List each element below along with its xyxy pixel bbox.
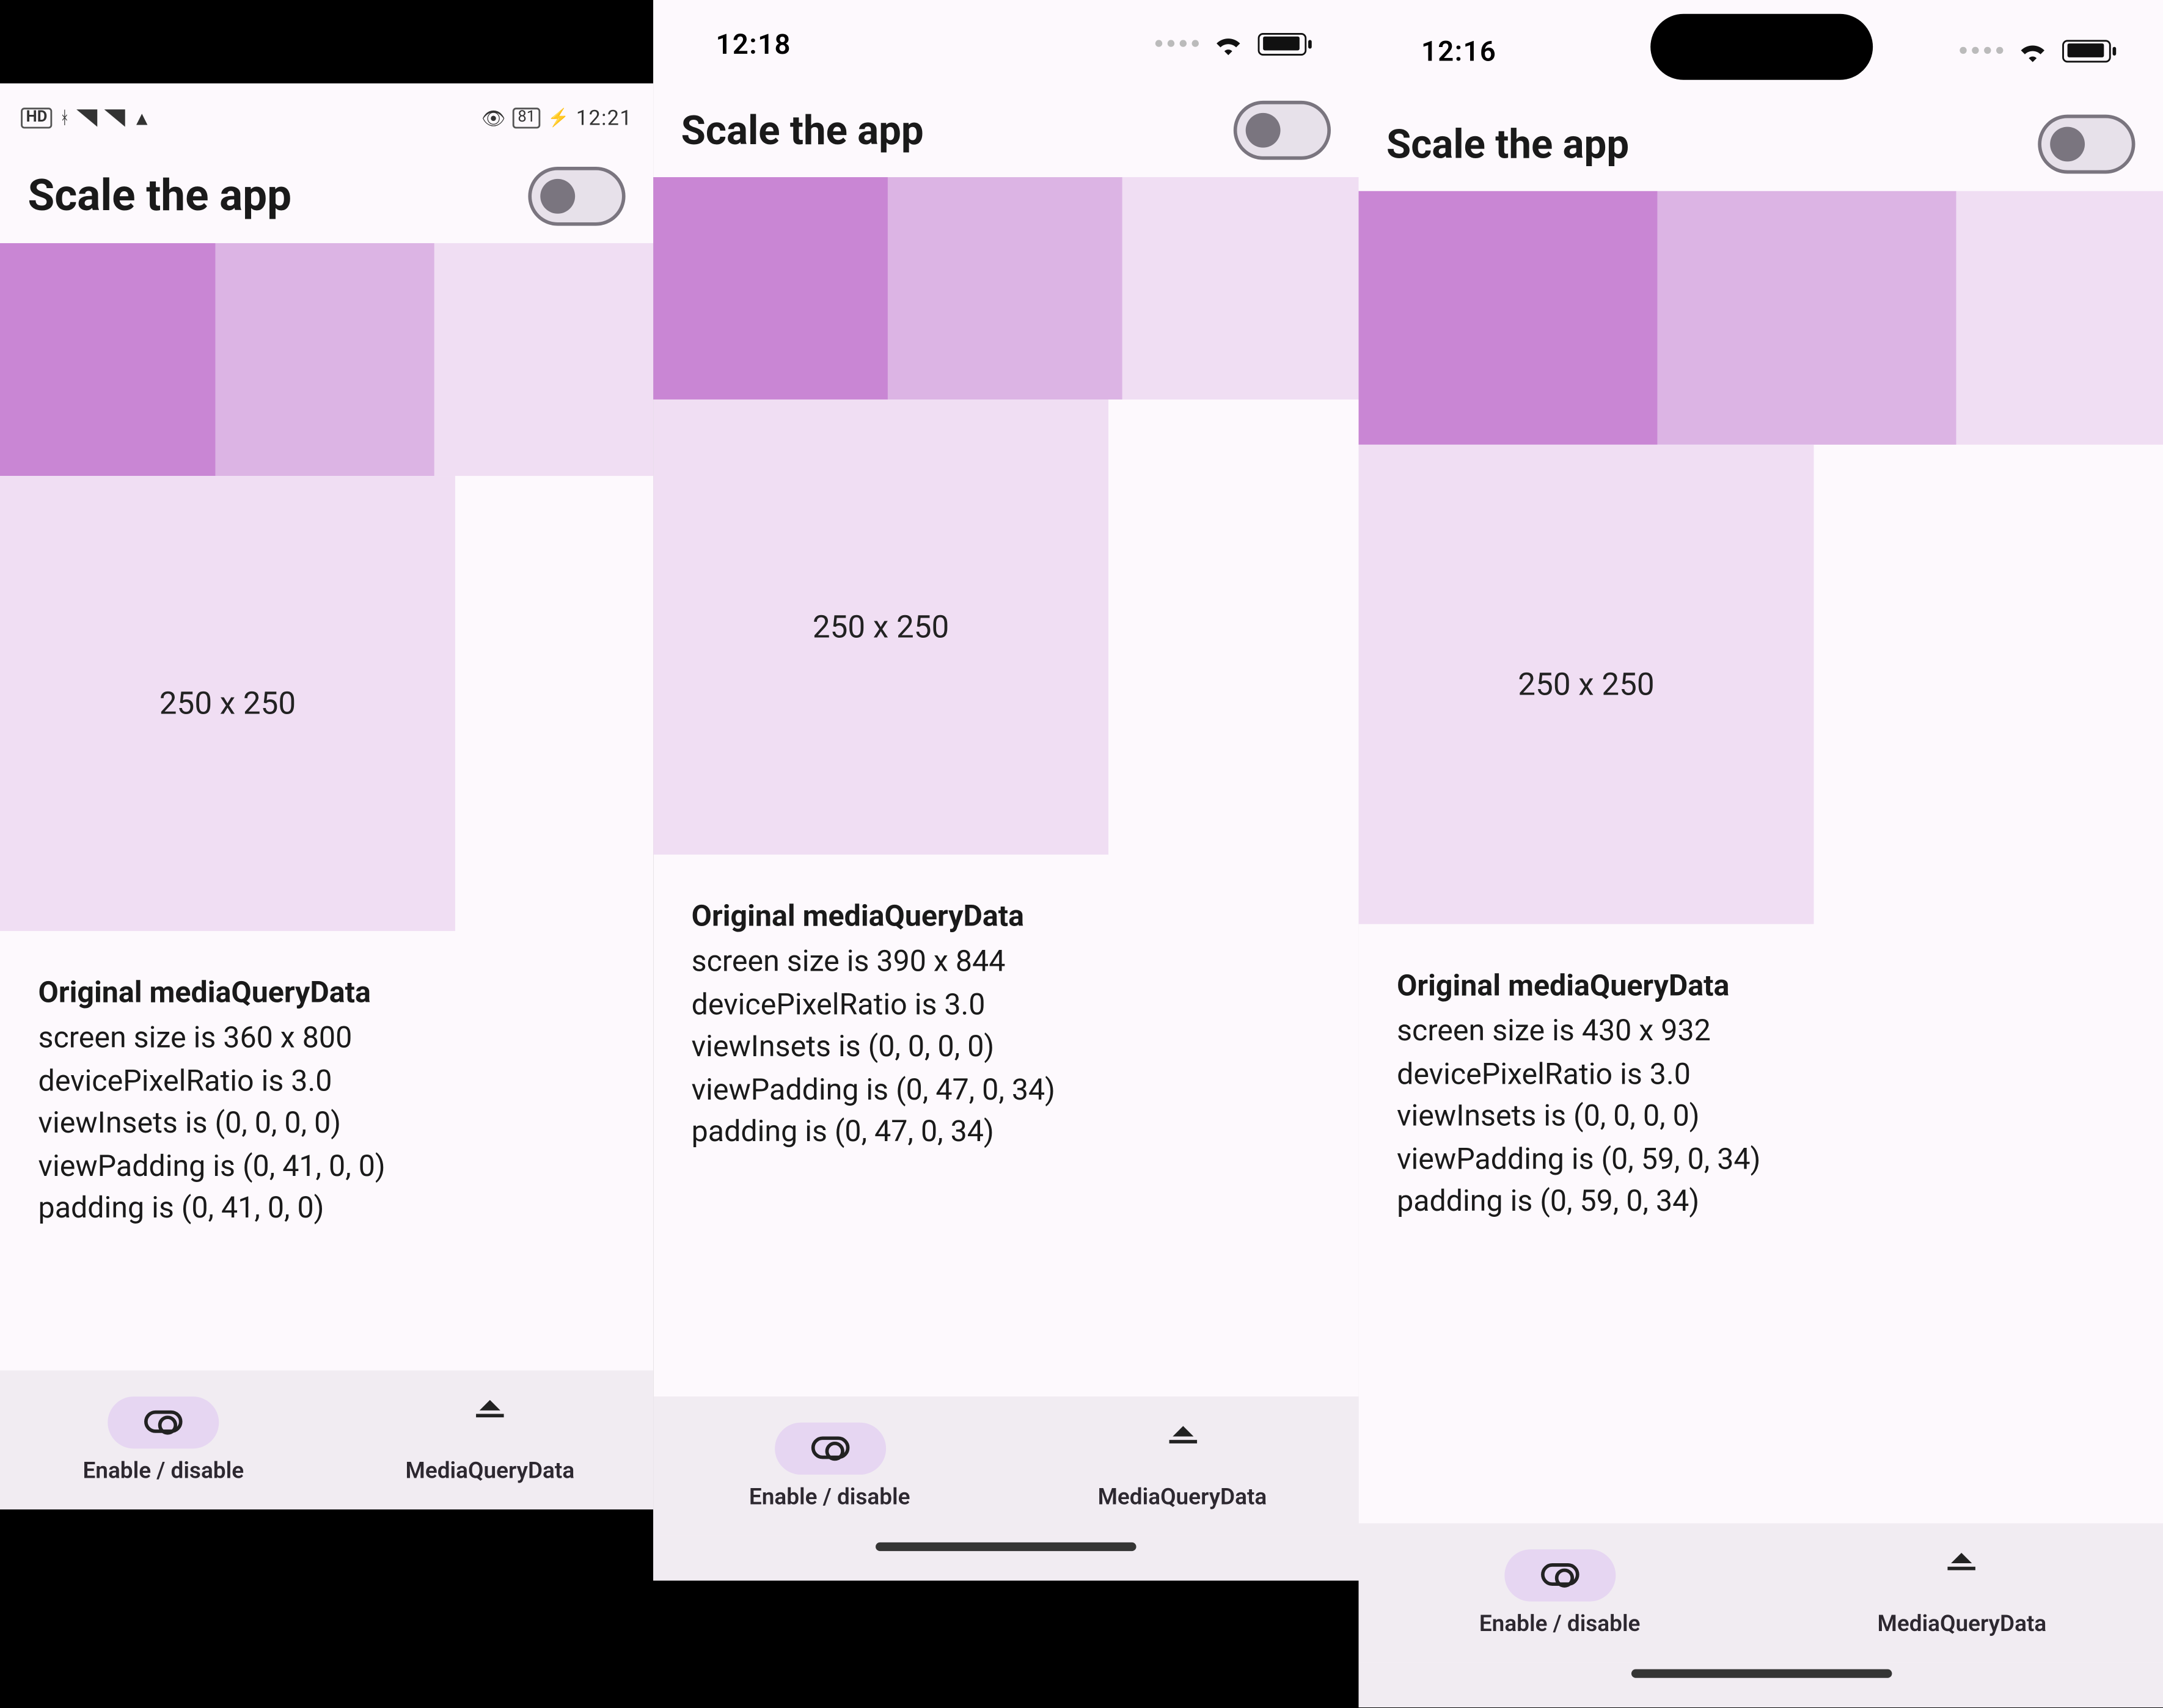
size-box: 250 x 250 <box>653 400 1108 855</box>
phone-iphone-mid: 12:18 Scale the app 250 x 250 Original m… <box>653 0 1358 1580</box>
page-title: Scale the app <box>1386 121 1629 168</box>
info-line: devicePixelRatio is 3.0 <box>38 1061 615 1104</box>
bottom-nav: Enable / disable MediaQueryData <box>0 1370 653 1509</box>
info-line: viewPadding is (0, 59, 0, 34) <box>1397 1139 2125 1182</box>
info-line: viewInsets is (0, 0, 0, 0) <box>1397 1097 2125 1139</box>
status-time: 12:18 <box>716 27 791 60</box>
size-label: 250 x 250 <box>813 609 949 646</box>
expand-icon <box>1948 1566 1975 1583</box>
toggle-icon <box>1540 1563 1579 1586</box>
nav-label: Enable / disable <box>82 1458 244 1484</box>
info-heading: Original mediaQueryData <box>692 896 1320 939</box>
toggle-icon <box>810 1436 849 1459</box>
dynamic-island <box>1650 14 1872 80</box>
cellular-dots-icon <box>1155 40 1199 46</box>
wifi-icon <box>1213 31 1244 56</box>
nav-label: MediaQueryData <box>1098 1484 1267 1511</box>
nav-tab-enable[interactable]: Enable / disable <box>653 1396 1006 1535</box>
scale-toggle-switch[interactable] <box>1234 101 1331 160</box>
home-indicator <box>1359 1662 2163 1707</box>
nav-tab-mediaquery[interactable]: MediaQueryData <box>1761 1524 2163 1662</box>
page-title: Scale the app <box>681 107 924 154</box>
signal-icon <box>104 109 125 126</box>
wifi-icon: ▲ <box>133 107 152 130</box>
info-line: screen size is 390 x 844 <box>692 942 1320 985</box>
wifi-icon <box>2017 38 2048 63</box>
info-line: viewInsets is (0, 0, 0, 0) <box>38 1104 615 1147</box>
color-scale-strip <box>1359 191 2163 445</box>
media-query-info: Original mediaQueryData screen size is 3… <box>653 855 1358 1197</box>
nav-tab-enable[interactable]: Enable / disable <box>0 1370 327 1509</box>
battery-icon <box>1258 32 1307 55</box>
phone-iphone-large: 12:16 Scale the app 250 x 250 Original m… <box>1359 0 2163 1707</box>
bluetooth-icon: ᚼ <box>59 109 70 128</box>
status-bar: 12:18 <box>653 0 1358 87</box>
media-query-info: Original mediaQueryData screen size is 4… <box>1359 924 2163 1266</box>
status-bar: HD ᚼ ▲ 👁 81 ⚡ 12:21 <box>0 83 653 153</box>
scale-toggle-switch[interactable] <box>2038 115 2135 174</box>
app-bar: Scale the app <box>0 153 653 243</box>
info-line: padding is (0, 41, 0, 0) <box>38 1189 615 1232</box>
battery-icon <box>2062 39 2111 62</box>
bottom-nav: Enable / disable MediaQueryData <box>1359 1524 2163 1662</box>
size-box: 250 x 250 <box>0 476 455 931</box>
info-line: viewInsets is (0, 0, 0, 0) <box>692 1027 1320 1070</box>
size-box: 250 x 250 <box>1359 445 1814 924</box>
battery-icon: 81 <box>513 108 541 128</box>
home-indicator <box>653 1536 1358 1581</box>
color-scale-strip <box>653 177 1358 400</box>
bottom-nav: Enable / disable MediaQueryData <box>653 1396 1358 1535</box>
info-line: devicePixelRatio is 3.0 <box>692 985 1320 1027</box>
info-heading: Original mediaQueryData <box>1397 966 2125 1009</box>
info-line: screen size is 430 x 932 <box>1397 1012 2125 1054</box>
nav-tab-enable[interactable]: Enable / disable <box>1359 1524 1761 1662</box>
color-scale-strip <box>0 243 653 476</box>
expand-icon <box>1168 1439 1196 1456</box>
info-line: viewPadding is (0, 41, 0, 0) <box>38 1146 615 1189</box>
toggle-icon <box>144 1411 183 1433</box>
size-label: 250 x 250 <box>1518 666 1654 703</box>
charging-icon: ⚡ <box>547 109 569 128</box>
page-title: Scale the app <box>27 171 291 221</box>
signal-icon <box>77 109 98 126</box>
status-time: 12:16 <box>1421 34 1496 67</box>
scale-toggle-switch[interactable] <box>528 167 625 226</box>
phone-android-small: HD ᚼ ▲ 👁 81 ⚡ 12:21 Scale the app 250 x … <box>0 83 653 1509</box>
nav-label: MediaQueryData <box>405 1458 574 1484</box>
nav-label: Enable / disable <box>1479 1611 1641 1637</box>
nav-label: MediaQueryData <box>1878 1611 2047 1637</box>
hd-badge: HD <box>21 108 53 128</box>
info-line: padding is (0, 47, 0, 34) <box>692 1112 1320 1155</box>
info-line: padding is (0, 59, 0, 34) <box>1397 1181 2125 1224</box>
nav-tab-mediaquery[interactable]: MediaQueryData <box>1006 1396 1358 1535</box>
cellular-dots-icon <box>1960 47 2003 54</box>
info-line: viewPadding is (0, 47, 0, 34) <box>692 1070 1320 1112</box>
app-bar: Scale the app <box>653 87 1358 177</box>
info-line: devicePixelRatio is 3.0 <box>1397 1054 2125 1097</box>
size-label: 250 x 250 <box>159 685 296 722</box>
status-time: 12:21 <box>576 106 632 130</box>
app-bar: Scale the app <box>1359 101 2163 191</box>
expand-icon <box>476 1413 503 1430</box>
info-line: screen size is 360 x 800 <box>38 1019 615 1062</box>
nav-tab-mediaquery[interactable]: MediaQueryData <box>327 1370 654 1509</box>
eye-icon: 👁 <box>481 107 506 130</box>
media-query-info: Original mediaQueryData screen size is 3… <box>0 931 653 1273</box>
nav-label: Enable / disable <box>749 1484 910 1511</box>
info-heading: Original mediaQueryData <box>38 973 615 1015</box>
